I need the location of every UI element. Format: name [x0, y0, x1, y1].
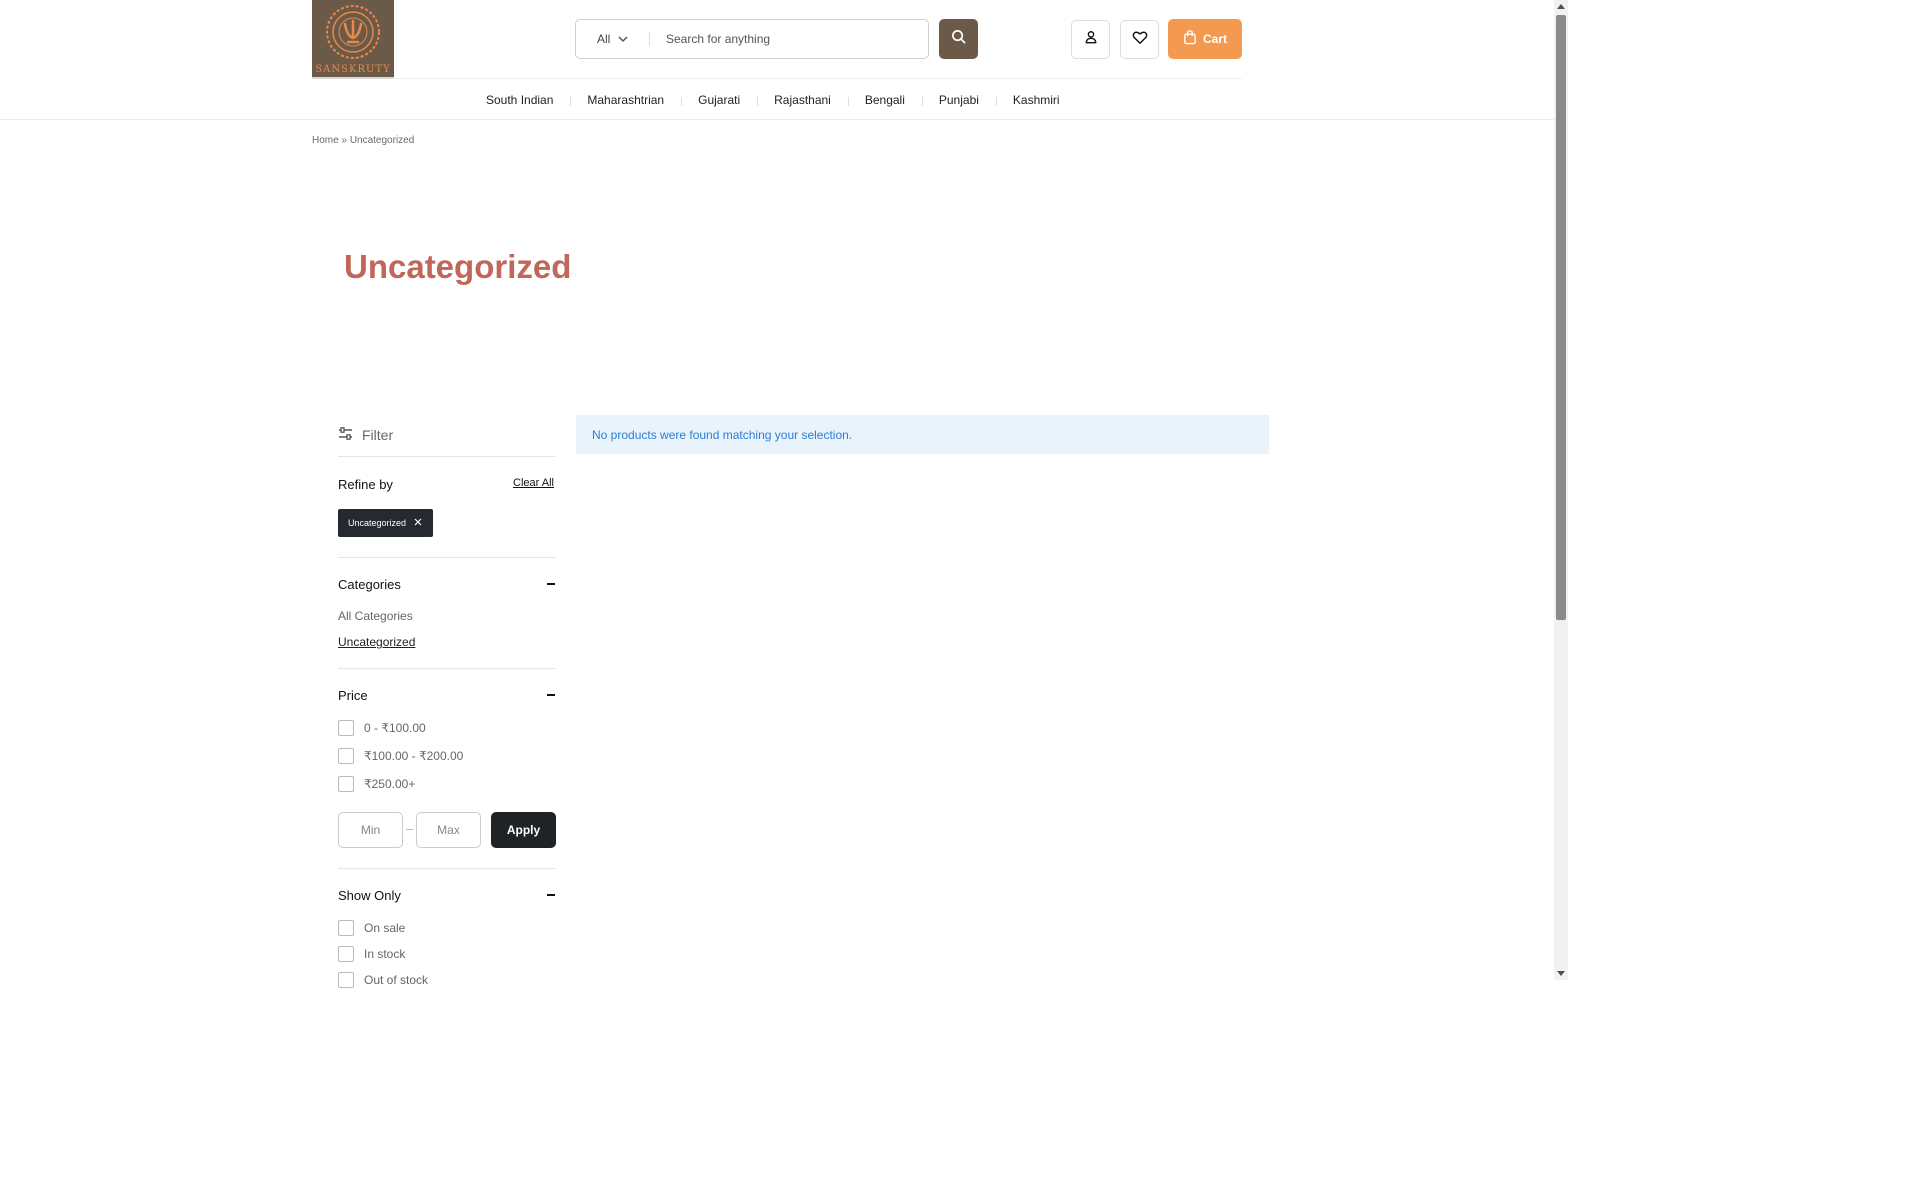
nav-item-kashmiri[interactable]: Kashmiri	[995, 93, 1077, 107]
logo-text: SANSKRUTY	[315, 64, 391, 75]
wishlist-button[interactable]	[1120, 20, 1159, 59]
search-input[interactable]	[658, 20, 918, 57]
active-filter-label: Uncategorized	[348, 518, 407, 528]
user-icon	[1084, 30, 1098, 49]
checkbox[interactable]	[338, 748, 354, 764]
page-scrollbar[interactable]	[1554, 0, 1568, 980]
search-button[interactable]	[939, 19, 978, 59]
refine-by-heading: Refine by	[338, 477, 393, 492]
bag-icon	[1183, 30, 1197, 48]
nav-item-bengali[interactable]: Bengali	[847, 93, 922, 107]
show-only-label: Out of stock	[364, 973, 429, 987]
sidebar-divider	[338, 557, 556, 558]
search-icon	[951, 29, 966, 49]
cart-button[interactable]: Cart	[1168, 19, 1242, 59]
checkbox[interactable]	[338, 972, 354, 988]
price-range-dash	[406, 829, 413, 830]
search-bar: All	[575, 19, 929, 59]
sidebar-divider	[338, 668, 556, 669]
show-only-heading[interactable]: Show Only	[338, 888, 401, 903]
breadcrumb-home-link[interactable]: Home	[312, 135, 339, 146]
show-only-label: On sale	[364, 921, 406, 935]
sliders-icon	[338, 427, 353, 443]
minus-icon[interactable]	[547, 694, 555, 696]
scroll-up-arrow-icon[interactable]	[1557, 4, 1565, 9]
filter-label: Filter	[362, 427, 394, 443]
scrollbar-thumb[interactable]	[1556, 15, 1566, 620]
cart-label: Cart	[1202, 32, 1227, 46]
price-range-label: 0 - ₹100.00	[364, 721, 426, 735]
search-category-label: All	[597, 31, 611, 46]
nav-item-south-indian[interactable]: South Indian	[469, 93, 570, 107]
page-title: Uncategorized	[344, 248, 572, 285]
show-only-option[interactable]: In stock	[338, 946, 405, 962]
minus-icon[interactable]	[547, 583, 555, 585]
price-min-input[interactable]	[338, 812, 403, 848]
price-range-option[interactable]: ₹100.00 - ₹200.00	[338, 748, 463, 764]
nav-item-maharashtrian[interactable]: Maharashtrian	[570, 93, 681, 107]
logo-emblem-icon	[326, 5, 380, 59]
sidebar-divider	[338, 868, 556, 869]
checkbox[interactable]	[338, 776, 354, 792]
price-max-input[interactable]	[416, 812, 481, 848]
site-logo[interactable]: SANSKRUTY	[312, 0, 394, 79]
close-icon[interactable]	[414, 518, 422, 528]
no-products-notice: No products were found matching your sel…	[576, 415, 1269, 454]
scroll-down-arrow-icon[interactable]	[1557, 971, 1565, 976]
filter-header[interactable]: Filter	[338, 427, 556, 443]
categories-heading[interactable]: Categories	[338, 577, 401, 592]
active-filter-chip[interactable]: Uncategorized	[338, 509, 434, 537]
category-uncategorized[interactable]: Uncategorized	[338, 635, 415, 649]
chevron-down-icon	[618, 32, 628, 46]
price-heading[interactable]: Price	[338, 688, 368, 703]
breadcrumb-current: Uncategorized	[349, 135, 415, 146]
heart-icon	[1132, 30, 1148, 50]
sidebar-divider	[338, 456, 556, 457]
account-button[interactable]	[1071, 20, 1110, 59]
breadcrumb: Home » Uncategorized	[312, 135, 414, 146]
checkbox[interactable]	[338, 920, 354, 936]
show-only-label: In stock	[364, 947, 406, 961]
nav-item-punjabi[interactable]: Punjabi	[921, 93, 996, 107]
checkbox[interactable]	[338, 720, 354, 736]
show-only-option[interactable]: Out of stock	[338, 972, 428, 988]
header-divider	[394, 78, 1242, 79]
show-only-option[interactable]: On sale	[338, 920, 405, 936]
search-divider	[649, 32, 650, 46]
minus-icon[interactable]	[547, 894, 555, 896]
nav-item-rajasthani[interactable]: Rajasthani	[757, 93, 848, 107]
clear-all-link[interactable]: Clear All	[513, 477, 554, 489]
price-range-option[interactable]: 0 - ₹100.00	[338, 720, 426, 736]
search-category-select[interactable]: All	[576, 20, 650, 57]
apply-price-button[interactable]: Apply	[491, 812, 556, 848]
nav-divider	[0, 119, 1554, 120]
price-range-label: ₹250.00+	[364, 777, 416, 791]
checkbox[interactable]	[338, 946, 354, 962]
breadcrumb-separator: »	[341, 135, 348, 146]
nav-item-gujarati[interactable]: Gujarati	[681, 93, 757, 107]
category-all[interactable]: All Categories	[338, 609, 413, 623]
price-range-label: ₹100.00 - ₹200.00	[364, 749, 464, 763]
price-range-option[interactable]: ₹250.00+	[338, 776, 415, 792]
main-nav: South Indian Maharashtrian Gujarati Raja…	[469, 88, 1077, 112]
